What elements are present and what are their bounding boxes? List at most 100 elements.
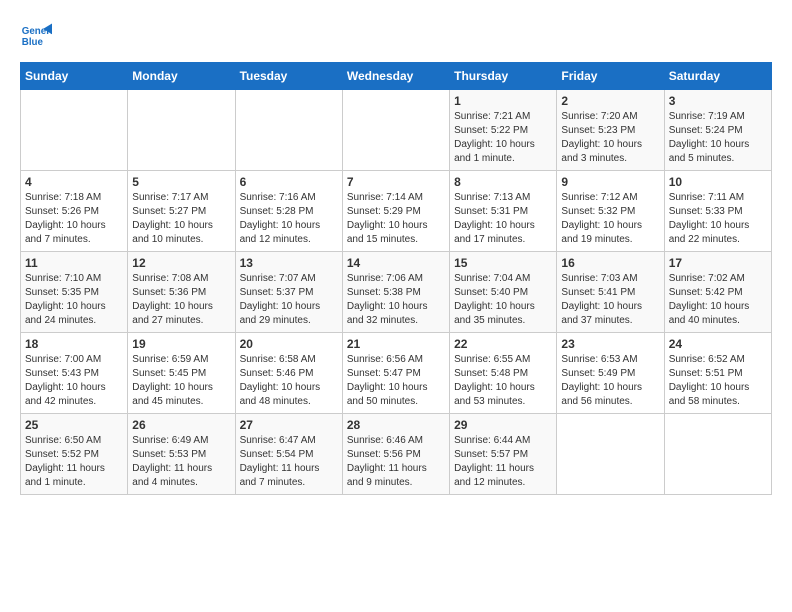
calendar-week-5: 25 Sunrise: 6:50 AM Sunset: 5:52 PM Dayli…: [21, 414, 772, 495]
day-info: Sunrise: 7:06 AM Sunset: 5:38 PM Dayligh…: [347, 272, 445, 328]
day-info: Sunrise: 6:47 AM Sunset: 5:54 PM Dayligh…: [240, 434, 338, 490]
day-number: 13: [240, 256, 338, 270]
calendar-cell: [342, 90, 449, 171]
calendar-cell: 1 Sunrise: 7:21 AM Sunset: 5:22 PM Daylig…: [450, 90, 557, 171]
day-info: Sunrise: 6:52 AM Sunset: 5:51 PM Dayligh…: [669, 353, 767, 409]
day-number: 21: [347, 337, 445, 351]
day-number: 11: [25, 256, 123, 270]
day-number: 29: [454, 418, 552, 432]
logo-icon: General Blue: [20, 20, 52, 52]
calendar-cell: 17 Sunrise: 7:02 AM Sunset: 5:42 PM Dayli…: [664, 252, 771, 333]
day-number: 16: [561, 256, 659, 270]
calendar-cell: 23 Sunrise: 6:53 AM Sunset: 5:49 PM Dayli…: [557, 333, 664, 414]
day-info: Sunrise: 7:19 AM Sunset: 5:24 PM Dayligh…: [669, 110, 767, 166]
calendar-cell: 29 Sunrise: 6:44 AM Sunset: 5:57 PM Dayli…: [450, 414, 557, 495]
day-info: Sunrise: 7:07 AM Sunset: 5:37 PM Dayligh…: [240, 272, 338, 328]
day-info: Sunrise: 7:08 AM Sunset: 5:36 PM Dayligh…: [132, 272, 230, 328]
calendar-cell: 9 Sunrise: 7:12 AM Sunset: 5:32 PM Daylig…: [557, 171, 664, 252]
calendar-cell: [21, 90, 128, 171]
day-info: Sunrise: 6:49 AM Sunset: 5:53 PM Dayligh…: [132, 434, 230, 490]
day-number: 18: [25, 337, 123, 351]
calendar-cell: [664, 414, 771, 495]
day-number: 8: [454, 175, 552, 189]
calendar-cell: 12 Sunrise: 7:08 AM Sunset: 5:36 PM Dayli…: [128, 252, 235, 333]
day-header-tuesday: Tuesday: [235, 63, 342, 90]
day-number: 5: [132, 175, 230, 189]
calendar-week-1: 1 Sunrise: 7:21 AM Sunset: 5:22 PM Daylig…: [21, 90, 772, 171]
day-info: Sunrise: 7:11 AM Sunset: 5:33 PM Dayligh…: [669, 191, 767, 247]
logo: General Blue: [20, 20, 56, 52]
calendar-table: SundayMondayTuesdayWednesdayThursdayFrid…: [20, 62, 772, 495]
calendar-cell: 3Sunrise: 7:19 AM Sunset: 5:24 PM Daylig…: [664, 90, 771, 171]
calendar-week-3: 11 Sunrise: 7:10 AM Sunset: 5:35 PM Dayli…: [21, 252, 772, 333]
day-number: 23: [561, 337, 659, 351]
calendar-cell: 16 Sunrise: 7:03 AM Sunset: 5:41 PM Dayli…: [557, 252, 664, 333]
day-number: 27: [240, 418, 338, 432]
day-number: 20: [240, 337, 338, 351]
calendar-cell: 5 Sunrise: 7:17 AM Sunset: 5:27 PM Daylig…: [128, 171, 235, 252]
svg-text:Blue: Blue: [22, 37, 44, 48]
calendar-cell: 10 Sunrise: 7:11 AM Sunset: 5:33 PM Dayli…: [664, 171, 771, 252]
day-info: Sunrise: 7:02 AM Sunset: 5:42 PM Dayligh…: [669, 272, 767, 328]
day-info: Sunrise: 6:46 AM Sunset: 5:56 PM Dayligh…: [347, 434, 445, 490]
day-number: 9: [561, 175, 659, 189]
day-number: 7: [347, 175, 445, 189]
day-info: Sunrise: 6:56 AM Sunset: 5:47 PM Dayligh…: [347, 353, 445, 409]
day-number: 22: [454, 337, 552, 351]
day-info: Sunrise: 6:50 AM Sunset: 5:52 PM Dayligh…: [25, 434, 123, 490]
day-number: 17: [669, 256, 767, 270]
day-info: Sunrise: 6:55 AM Sunset: 5:48 PM Dayligh…: [454, 353, 552, 409]
day-info: Sunrise: 6:53 AM Sunset: 5:49 PM Dayligh…: [561, 353, 659, 409]
day-info: Sunrise: 7:14 AM Sunset: 5:29 PM Dayligh…: [347, 191, 445, 247]
day-info: Sunrise: 7:21 AM Sunset: 5:22 PM Dayligh…: [454, 110, 552, 166]
day-number: 26: [132, 418, 230, 432]
day-info: Sunrise: 7:17 AM Sunset: 5:27 PM Dayligh…: [132, 191, 230, 247]
day-info: Sunrise: 6:58 AM Sunset: 5:46 PM Dayligh…: [240, 353, 338, 409]
day-number: 25: [25, 418, 123, 432]
calendar-cell: 18 Sunrise: 7:00 AM Sunset: 5:43 PM Dayli…: [21, 333, 128, 414]
calendar-week-4: 18 Sunrise: 7:00 AM Sunset: 5:43 PM Dayli…: [21, 333, 772, 414]
day-info: Sunrise: 6:59 AM Sunset: 5:45 PM Dayligh…: [132, 353, 230, 409]
calendar-cell: 13 Sunrise: 7:07 AM Sunset: 5:37 PM Dayli…: [235, 252, 342, 333]
page-header: General Blue: [20, 20, 772, 52]
day-info: Sunrise: 7:00 AM Sunset: 5:43 PM Dayligh…: [25, 353, 123, 409]
calendar-header-row: SundayMondayTuesdayWednesdayThursdayFrid…: [21, 63, 772, 90]
calendar-cell: 7 Sunrise: 7:14 AM Sunset: 5:29 PM Daylig…: [342, 171, 449, 252]
day-header-wednesday: Wednesday: [342, 63, 449, 90]
calendar-cell: 8Sunrise: 7:13 AM Sunset: 5:31 PM Daylig…: [450, 171, 557, 252]
calendar-cell: [235, 90, 342, 171]
day-header-thursday: Thursday: [450, 63, 557, 90]
day-number: 6: [240, 175, 338, 189]
day-info: Sunrise: 7:10 AM Sunset: 5:35 PM Dayligh…: [25, 272, 123, 328]
calendar-cell: 22 Sunrise: 6:55 AM Sunset: 5:48 PM Dayli…: [450, 333, 557, 414]
day-info: Sunrise: 7:18 AM Sunset: 5:26 PM Dayligh…: [25, 191, 123, 247]
calendar-cell: [128, 90, 235, 171]
calendar-week-2: 4 Sunrise: 7:18 AM Sunset: 5:26 PM Daylig…: [21, 171, 772, 252]
day-number: 4: [25, 175, 123, 189]
day-info: Sunrise: 7:16 AM Sunset: 5:28 PM Dayligh…: [240, 191, 338, 247]
calendar-cell: 19 Sunrise: 6:59 AM Sunset: 5:45 PM Dayli…: [128, 333, 235, 414]
calendar-cell: 11 Sunrise: 7:10 AM Sunset: 5:35 PM Dayli…: [21, 252, 128, 333]
day-number: 24: [669, 337, 767, 351]
day-number: 12: [132, 256, 230, 270]
day-number: 1: [454, 94, 552, 108]
calendar-cell: [557, 414, 664, 495]
day-number: 28: [347, 418, 445, 432]
calendar-cell: 24 Sunrise: 6:52 AM Sunset: 5:51 PM Dayli…: [664, 333, 771, 414]
calendar-cell: 28 Sunrise: 6:46 AM Sunset: 5:56 PM Dayli…: [342, 414, 449, 495]
day-number: 15: [454, 256, 552, 270]
day-info: Sunrise: 7:12 AM Sunset: 5:32 PM Dayligh…: [561, 191, 659, 247]
calendar-cell: 21 Sunrise: 6:56 AM Sunset: 5:47 PM Dayli…: [342, 333, 449, 414]
calendar-cell: 6 Sunrise: 7:16 AM Sunset: 5:28 PM Daylig…: [235, 171, 342, 252]
calendar-cell: 4 Sunrise: 7:18 AM Sunset: 5:26 PM Daylig…: [21, 171, 128, 252]
day-info: Sunrise: 7:20 AM Sunset: 5:23 PM Dayligh…: [561, 110, 659, 166]
day-info: Sunrise: 7:03 AM Sunset: 5:41 PM Dayligh…: [561, 272, 659, 328]
calendar-cell: 2Sunrise: 7:20 AM Sunset: 5:23 PM Daylig…: [557, 90, 664, 171]
day-info: Sunrise: 6:44 AM Sunset: 5:57 PM Dayligh…: [454, 434, 552, 490]
day-number: 14: [347, 256, 445, 270]
day-number: 10: [669, 175, 767, 189]
calendar-cell: 20 Sunrise: 6:58 AM Sunset: 5:46 PM Dayli…: [235, 333, 342, 414]
calendar-cell: 14 Sunrise: 7:06 AM Sunset: 5:38 PM Dayli…: [342, 252, 449, 333]
day-info: Sunrise: 7:04 AM Sunset: 5:40 PM Dayligh…: [454, 272, 552, 328]
day-number: 19: [132, 337, 230, 351]
